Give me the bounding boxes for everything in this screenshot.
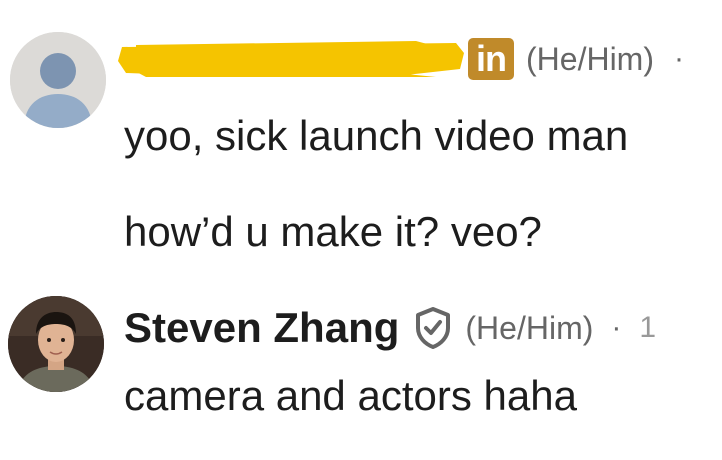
default-avatar-icon[interactable] [10, 32, 106, 128]
profile-photo-avatar[interactable] [8, 296, 104, 392]
comment-2-header: Steven Zhang (He/Him) · 1 [124, 304, 656, 352]
comment-1-header: in (He/Him) · [116, 38, 684, 80]
pronouns-label: (He/Him) [465, 309, 594, 346]
separator-dot: · [611, 311, 622, 344]
redaction-mark [118, 41, 464, 77]
linkedin-badge-icon: in [468, 38, 514, 80]
comment-1-line-2: how’d u make it? veo? [124, 208, 542, 255]
comment-2-line-1: camera and actors haha [124, 372, 577, 419]
trailing-text: 1 [639, 311, 657, 344]
author-name[interactable]: Steven Zhang [124, 304, 399, 352]
pronouns-label: (He/Him) [526, 40, 654, 77]
shield-check-icon [416, 307, 451, 349]
separator-dot: · [673, 42, 684, 75]
comment-1-line-1: yoo, sick launch video man [124, 112, 629, 159]
